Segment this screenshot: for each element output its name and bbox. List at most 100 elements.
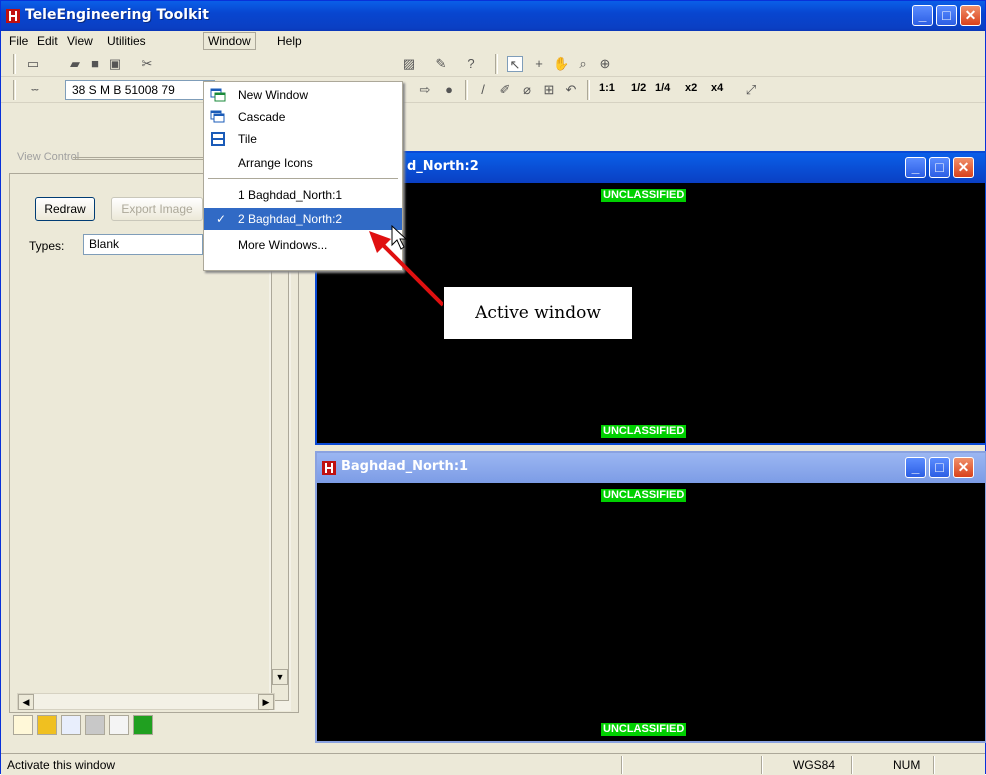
menu-edit[interactable]: Edit [37, 34, 58, 48]
grid-icon[interactable]: ⊞ [541, 82, 557, 98]
num-lock-indicator: NUM [893, 758, 921, 772]
terrain-icon[interactable]: ⏖ [27, 82, 43, 98]
status-bar: Activate this window WGS84 NUM [1, 753, 985, 775]
annotation-callout: Active window [443, 286, 633, 340]
move-tab-icon[interactable] [109, 715, 129, 735]
menu-separator [208, 178, 398, 179]
menu-item-tile[interactable]: Tile [204, 128, 402, 150]
child-maximize-button-2[interactable]: □ [929, 157, 950, 178]
toolbar-separator-2 [465, 80, 468, 100]
new-file-icon[interactable]: ▭ [25, 56, 41, 72]
child-title-bar-1[interactable]: Baghdad_North:1 _ □ ✕ [317, 453, 985, 483]
menu-item-window-1[interactable]: 1 Baghdad_North:1 [204, 184, 402, 206]
scroll-down-arrow-icon[interactable]: ▼ [272, 669, 288, 685]
types-label: Types: [29, 239, 65, 253]
circle-icon[interactable]: ● [441, 82, 457, 98]
redraw-button[interactable]: Redraw [35, 197, 95, 221]
new-window-icon [210, 88, 226, 102]
scrollbar-thumb[interactable] [271, 201, 289, 701]
app-logo-icon [6, 9, 20, 23]
child-minimize-button-1[interactable]: _ [905, 457, 926, 478]
arrow-right-icon[interactable]: ⇨ [417, 82, 433, 98]
status-separator [933, 756, 935, 774]
menu-item-cascade[interactable]: Cascade [204, 106, 402, 128]
zoom-1-4-button[interactable]: 1/4 [655, 82, 670, 94]
line-tool-icon[interactable]: / [475, 82, 491, 98]
picture-icon[interactable]: ▨ [401, 56, 417, 72]
minimize-icon: _ [911, 159, 920, 175]
folder-tab-icon[interactable] [13, 715, 33, 735]
view-control-grip [73, 157, 203, 160]
menu-view[interactable]: View [67, 34, 93, 48]
application-window: TeleEngineering Toolkit _ □ ✕ File Edit … [0, 0, 986, 775]
zoom-icon[interactable]: ⌕ [575, 56, 591, 72]
child-close-button-1[interactable]: ✕ [953, 457, 974, 478]
crosshair-icon[interactable]: + [531, 56, 547, 72]
types-select[interactable]: Blank [83, 234, 203, 255]
export-image-button[interactable]: Export Image [111, 197, 203, 221]
save-all-icon[interactable]: ▣ [107, 56, 123, 72]
toolbar-grip [13, 54, 16, 74]
child-maximize-button-1[interactable]: □ [929, 457, 950, 478]
layers-tab-icon[interactable] [85, 715, 105, 735]
maximize-icon: □ [942, 7, 951, 23]
maximize-icon: □ [935, 159, 944, 175]
close-icon: ✕ [957, 459, 970, 475]
menu-utilities[interactable]: Utilities [107, 34, 146, 48]
panel-horizontal-scrollbar[interactable]: ◀ ▶ [17, 693, 275, 710]
globe-icon[interactable]: ⊕ [597, 56, 613, 72]
app-title: TeleEngineering Toolkit [25, 7, 209, 23]
help-icon[interactable]: ? [463, 56, 479, 72]
zoom-1-2-button[interactable]: 1/2 [631, 82, 646, 94]
zoom-x4-button[interactable]: x4 [711, 82, 723, 94]
scroll-left-arrow-icon[interactable]: ◀ [18, 694, 34, 710]
classification-banner-bottom: UNCLASSIFIED [601, 723, 687, 736]
minimize-button[interactable]: _ [912, 5, 933, 26]
map-tab-icon[interactable] [133, 715, 153, 735]
toolbar-grip-2 [13, 80, 16, 100]
no-symbol-icon[interactable]: ⌀ [519, 82, 535, 98]
pencil-icon[interactable]: ✐ [497, 82, 513, 98]
coordinate-input[interactable]: 38 S M B 51008 79 [65, 80, 215, 100]
menu-window[interactable]: Window [203, 32, 256, 50]
status-message: Activate this window [7, 758, 116, 772]
toolbar-separator-3 [587, 80, 590, 100]
view-control-header: View Control [17, 151, 80, 163]
classification-banner-top: UNCLASSIFIED [601, 489, 687, 502]
scroll-right-arrow-icon[interactable]: ▶ [258, 694, 274, 710]
zoom-x2-button[interactable]: x2 [685, 82, 697, 94]
child-title-bar-2[interactable]: d_North:2 _ □ ✕ [317, 153, 985, 183]
open-icon[interactable]: ▰ [67, 56, 83, 72]
undo-icon[interactable]: ↶ [563, 82, 579, 98]
document-tab-icon[interactable] [37, 715, 57, 735]
menu-help[interactable]: Help [277, 34, 302, 48]
child-window-baghdad-north-1[interactable]: Baghdad_North:1 _ □ ✕ UNCLASSIFIED UNCLA… [315, 451, 986, 743]
status-separator [851, 756, 853, 774]
pointer-icon[interactable]: ↖ [507, 56, 523, 72]
tile-icon [211, 132, 225, 146]
brush-icon[interactable]: ✎ [433, 56, 449, 72]
close-button[interactable]: ✕ [960, 5, 981, 26]
maximize-button[interactable]: □ [936, 5, 957, 26]
checkmark-icon: ✓ [216, 212, 227, 226]
menu-item-arrange-icons[interactable]: Arrange Icons [204, 152, 402, 174]
minimize-icon: _ [918, 7, 927, 23]
save-icon[interactable]: ■ [87, 56, 103, 72]
pan-hand-icon[interactable]: ✋ [553, 56, 569, 72]
classification-banner-bottom: UNCLASSIFIED [601, 425, 687, 438]
fullscreen-icon[interactable]: ⤢ [743, 82, 759, 98]
menu-item-new-window[interactable]: New Window [204, 84, 402, 106]
cut-icon[interactable]: ✂ [139, 56, 155, 72]
cascade-icon [210, 110, 225, 123]
child-window-title-1: Baghdad_North:1 [341, 459, 469, 474]
title-bar[interactable]: TeleEngineering Toolkit _ □ ✕ [1, 1, 985, 31]
zoom-1-1-button[interactable]: 1:1 [599, 82, 615, 94]
child-close-button-2[interactable]: ✕ [953, 157, 974, 178]
maximize-icon: □ [935, 459, 944, 475]
menu-file[interactable]: File [9, 34, 28, 48]
close-icon: ✕ [964, 7, 977, 23]
list-tab-icon[interactable] [61, 715, 81, 735]
status-separator [621, 756, 623, 774]
classification-banner-top: UNCLASSIFIED [601, 189, 687, 202]
child-minimize-button-2[interactable]: _ [905, 157, 926, 178]
